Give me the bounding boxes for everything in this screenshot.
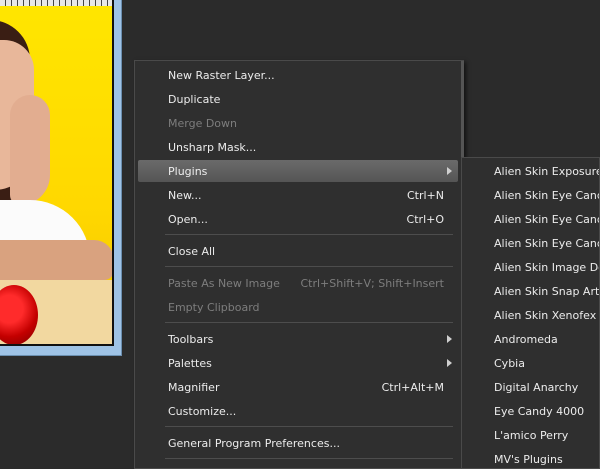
photo-arm [0, 240, 112, 280]
menu-item-customize[interactable]: Customize... [138, 400, 458, 422]
menu-item-open[interactable]: Open... Ctrl+O [138, 208, 458, 230]
plugin-item-label: MV's Plugins [494, 452, 563, 466]
menu-item-toolbars[interactable]: Toolbars [138, 328, 458, 350]
submenu-arrow-icon [447, 359, 452, 367]
menu-item-merge-down: Merge Down [138, 112, 458, 134]
plugin-item-label: Cybia [494, 356, 525, 370]
menu-item-plugins[interactable]: Plugins [138, 160, 458, 182]
image-document-window[interactable] [0, 0, 122, 356]
menu-item-shortcut: Ctrl+Alt+M [381, 380, 444, 394]
plugin-item[interactable]: Alien Skin Eye Candy [462, 184, 600, 206]
plugin-item-label: Andromeda [494, 332, 558, 346]
menu-item-new-raster-layer[interactable]: New Raster Layer... [138, 64, 458, 86]
plugin-item[interactable]: MV's Plugins [462, 448, 599, 468]
menu-separator [165, 322, 453, 323]
plugin-item-label: Alien Skin Xenofex 2 [494, 308, 600, 322]
menu-scrollbar[interactable] [461, 61, 464, 158]
menu-separator [165, 458, 453, 459]
plugin-item[interactable]: Alien Skin Exposure [462, 160, 600, 182]
plugin-item[interactable]: Alien Skin Xenofex 2 [462, 304, 600, 326]
menu-item-label: New Raster Layer... [168, 68, 275, 82]
plugin-item[interactable]: Andromeda [462, 328, 599, 350]
submenu-arrow-icon [447, 167, 452, 175]
plugin-item[interactable]: Alien Skin Eye Candy [462, 232, 600, 254]
menu-item-label: Plugins [168, 164, 208, 178]
menu-item-paste-as-new-image: Paste As New Image Ctrl+Shift+V; Shift+I… [138, 272, 458, 294]
menu-item-shortcut: Ctrl+N [406, 188, 444, 202]
menu-item-label: Palettes [168, 356, 212, 370]
plugin-item-label: Alien Skin Image Doc [494, 260, 600, 274]
plugin-item-label: Alien Skin Eye Candy [494, 212, 600, 226]
menu-item-label: Open... [168, 212, 208, 226]
menu-separator [165, 234, 453, 235]
plugin-item[interactable]: Alien Skin Eye Candy [462, 208, 600, 230]
menu-item-unsharp-mask[interactable]: Unsharp Mask... [138, 136, 458, 158]
plugin-item[interactable]: Alien Skin Image Doc [462, 256, 600, 278]
menu-separator [165, 266, 453, 267]
plugin-item[interactable]: Cybia [462, 352, 599, 374]
menu-item-duplicate[interactable]: Duplicate [138, 88, 458, 110]
plugin-item-label: Alien Skin Exposure [494, 164, 600, 178]
menu-item-label: New... [168, 188, 202, 202]
menu-separator [165, 426, 453, 427]
ruler [0, 0, 112, 6]
menu-item-close-all[interactable]: Close All [138, 240, 458, 262]
menu-item-label: Toolbars [168, 332, 214, 346]
menu-item-label: Close All [168, 244, 216, 258]
menu-item-empty-clipboard: Empty Clipboard [138, 296, 458, 318]
context-menu: New Raster Layer... Duplicate Merge Down… [134, 60, 464, 469]
plugins-submenu: Alien Skin Exposure Alien Skin Eye Candy… [461, 157, 600, 469]
menu-item-label: Merge Down [168, 116, 238, 130]
plugin-item[interactable]: Eye Candy 4000 [462, 400, 599, 422]
menu-item-general-program-preferences[interactable]: General Program Preferences... [138, 432, 458, 454]
menu-item-label: Duplicate [168, 92, 221, 106]
image-canvas[interactable] [0, 0, 114, 346]
plugin-item-label: Alien Skin Snap Art [494, 284, 600, 298]
plugin-item-label: Alien Skin Eye Candy [494, 188, 600, 202]
menu-item-label: Empty Clipboard [168, 300, 260, 314]
submenu-arrow-icon [447, 335, 452, 343]
menu-item-palettes[interactable]: Palettes [138, 352, 458, 374]
menu-item-label: Magnifier [168, 380, 220, 394]
photo-hand [10, 95, 50, 205]
menu-item-label: Customize... [168, 404, 237, 418]
menu-item-label: Unsharp Mask... [168, 140, 257, 154]
plugin-item-label: L'amico Perry [494, 428, 569, 442]
plugin-item-label: Eye Candy 4000 [494, 404, 585, 418]
menu-item-label: General Program Preferences... [168, 436, 340, 450]
plugin-item[interactable]: L'amico Perry [462, 424, 599, 446]
menu-item-shortcut: Ctrl+O [406, 212, 444, 226]
menu-item-new[interactable]: New... Ctrl+N [138, 184, 458, 206]
plugin-item[interactable]: Alien Skin Snap Art [462, 280, 600, 302]
plugin-item-label: Alien Skin Eye Candy [494, 236, 600, 250]
menu-item-magnifier[interactable]: Magnifier Ctrl+Alt+M [138, 376, 458, 398]
plugin-item[interactable]: Digital Anarchy [462, 376, 599, 398]
menu-item-shortcut: Ctrl+Shift+V; Shift+Insert [300, 276, 444, 290]
menu-item-label: Paste As New Image [168, 276, 280, 290]
plugin-item-label: Digital Anarchy [494, 380, 579, 394]
